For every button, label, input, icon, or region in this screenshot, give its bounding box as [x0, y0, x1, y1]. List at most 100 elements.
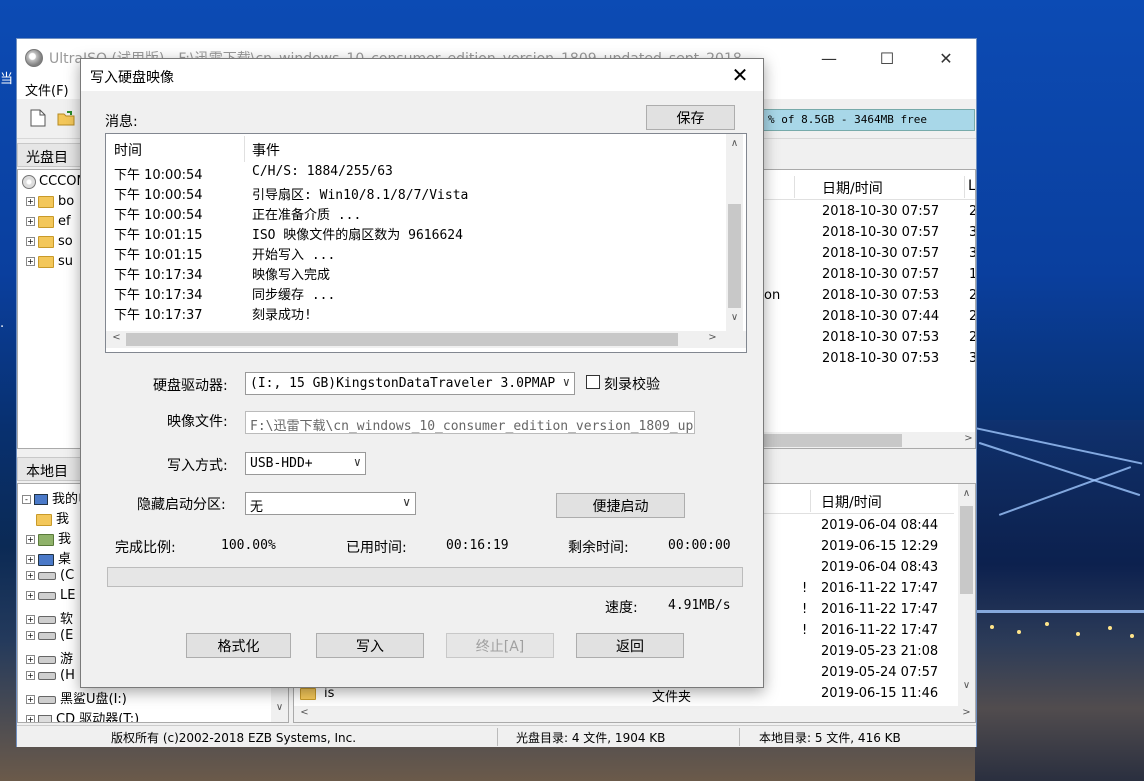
- local-date-column[interactable]: 日期/时间: [821, 492, 882, 512]
- expand-icon[interactable]: +: [26, 655, 35, 664]
- cd-tree-folder[interactable]: + ef: [26, 214, 71, 234]
- new-file-icon[interactable]: [27, 107, 49, 129]
- scroll-up-icon[interactable]: ∧: [958, 488, 975, 499]
- local-tree-drive[interactable]: + (E: [26, 628, 73, 648]
- cd-tree-folder[interactable]: + su: [26, 254, 73, 274]
- scroll-left-icon[interactable]: <: [296, 707, 313, 718]
- cd-tree-folder[interactable]: + so: [26, 234, 73, 254]
- expand-icon[interactable]: +: [26, 631, 35, 640]
- cd-l-column[interactable]: L: [968, 178, 975, 194]
- expand-icon[interactable]: +: [26, 571, 35, 580]
- drive-icon: [38, 655, 56, 664]
- local-tree-usb-drive[interactable]: + 黑鲨U盘(I:): [26, 688, 127, 708]
- local-tree-drive[interactable]: + 游: [26, 648, 73, 668]
- cd-tree-root[interactable]: CCCOM: [22, 174, 82, 194]
- local-list-vscrollbar[interactable]: ∧ ∨: [958, 484, 975, 706]
- cd-list-hscrollbar[interactable]: >: [764, 432, 975, 448]
- scroll-right-icon[interactable]: >: [958, 707, 975, 718]
- log-hscroll-thumb[interactable]: [126, 333, 678, 346]
- log-event-column[interactable]: 事件: [252, 140, 280, 160]
- minimize-button[interactable]: —: [800, 39, 858, 77]
- drive-icon: [38, 631, 56, 640]
- expand-icon[interactable]: +: [26, 695, 35, 704]
- cd-drive-icon: [38, 714, 52, 722]
- scroll-down-icon[interactable]: ∨: [958, 680, 975, 691]
- local-tree-item[interactable]: 我: [36, 508, 69, 528]
- elapsed-value: 00:16:19: [446, 538, 509, 553]
- log-hscrollbar[interactable]: < >: [106, 331, 746, 348]
- local-tree-drive[interactable]: + LE: [26, 588, 75, 608]
- expand-icon[interactable]: +: [26, 217, 35, 226]
- menu-file[interactable]: 文件(F): [25, 80, 69, 99]
- hidden-boot-select[interactable]: 无 ∨: [245, 492, 416, 515]
- verify-checkbox[interactable]: [586, 375, 600, 389]
- cd-directory-header: 光盘目录: [17, 143, 85, 186]
- remaining-label: 剩余时间:: [568, 540, 629, 556]
- log-time-column[interactable]: 时间: [114, 140, 142, 160]
- scroll-up-icon[interactable]: ∧: [726, 138, 743, 149]
- expand-icon[interactable]: +: [26, 615, 35, 624]
- local-list-hscrollbar[interactable]: < >: [294, 706, 975, 722]
- drive-icon: [38, 671, 56, 680]
- drive-icon: [38, 571, 56, 580]
- cd-list-hscroll-thumb[interactable]: [764, 434, 902, 447]
- drive-label: 硬盘驱动器:: [153, 378, 228, 394]
- local-directory-header: 本地目录: [17, 457, 85, 500]
- scroll-left-icon[interactable]: <: [108, 332, 125, 343]
- local-tree-item[interactable]: + 我: [26, 528, 71, 548]
- expand-icon[interactable]: +: [26, 715, 35, 722]
- desktop-wallpaper-bridge: [975, 420, 1144, 781]
- image-file-input[interactable]: F:\迅雷下载\cn_windows_10_consumer_edition_v…: [245, 411, 695, 434]
- log-vscrollbar[interactable]: ∧ ∨: [726, 134, 743, 331]
- speed-value: 4.91MB/s: [668, 598, 731, 613]
- cd-date-column[interactable]: 日期/时间: [822, 178, 883, 198]
- expand-icon[interactable]: +: [26, 535, 35, 544]
- expand-icon[interactable]: +: [26, 237, 35, 246]
- save-button[interactable]: 保存: [646, 105, 735, 130]
- folder-icon: [38, 215, 54, 228]
- write-button[interactable]: 写入: [316, 633, 424, 658]
- format-button[interactable]: 格式化: [186, 633, 291, 658]
- scroll-down-icon[interactable]: ∨: [726, 312, 743, 323]
- log-vscroll-thumb[interactable]: [728, 204, 741, 308]
- back-button[interactable]: 返回: [576, 633, 684, 658]
- dialog-title: 写入硬盘映像: [90, 70, 174, 86]
- dialog-close-icon[interactable]: ✕: [725, 61, 755, 89]
- drive-icon: [38, 591, 56, 600]
- remaining-value: 00:00:00: [668, 538, 731, 553]
- drive-select[interactable]: (I:, 15 GB)KingstonDataTraveler 3.0PMAP …: [245, 372, 575, 395]
- expand-icon[interactable]: +: [26, 197, 35, 206]
- expand-icon[interactable]: +: [26, 671, 35, 680]
- local-tree-item[interactable]: + 桌: [26, 548, 71, 568]
- maximize-button[interactable]: ☐: [858, 39, 916, 77]
- write-mode-select[interactable]: USB-HDD+ ∨: [245, 452, 366, 475]
- cd-tree-pane: CCCOM + bo + ef + so + su: [17, 169, 83, 449]
- progress-fill: [108, 568, 742, 586]
- usb-drive-icon: [38, 695, 56, 704]
- quick-boot-button[interactable]: 便捷启动: [556, 493, 685, 518]
- stop-button[interactable]: 终止[A]: [446, 633, 554, 658]
- local-tree-drive[interactable]: + (C: [26, 568, 74, 588]
- speed-label: 速度:: [605, 600, 638, 616]
- scroll-right-icon[interactable]: >: [960, 433, 975, 444]
- cd-tree-folder[interactable]: + bo: [26, 194, 74, 214]
- scroll-right-icon[interactable]: >: [704, 332, 721, 343]
- verify-label: 刻录校验: [604, 377, 660, 393]
- capacity-meter: % of 8.5GB - 3464MB free: [763, 109, 975, 131]
- expand-icon[interactable]: -: [22, 495, 31, 504]
- expand-icon[interactable]: +: [26, 591, 35, 600]
- local-list-vscroll-thumb[interactable]: [960, 506, 973, 594]
- expand-icon[interactable]: +: [26, 257, 35, 266]
- open-folder-icon[interactable]: [55, 107, 77, 129]
- expand-icon[interactable]: +: [26, 555, 35, 564]
- write-disk-image-dialog: 写入硬盘映像 ✕ 消息: 保存 时间 事件 下午 10:00:54 C/H/S: …: [80, 58, 764, 688]
- write-progress-bar: [107, 567, 743, 587]
- folder-icon: [38, 235, 54, 248]
- scroll-down-icon[interactable]: ∨: [271, 702, 288, 713]
- close-button[interactable]: ✕: [917, 39, 975, 77]
- local-tree-drive[interactable]: + 软: [26, 608, 73, 628]
- folder-icon: [38, 195, 54, 208]
- local-tree-drive[interactable]: + (H: [26, 668, 75, 688]
- local-tree-cd-drive[interactable]: + CD 驱动器(T:): [26, 708, 139, 722]
- chevron-down-icon: ∨: [353, 455, 361, 469]
